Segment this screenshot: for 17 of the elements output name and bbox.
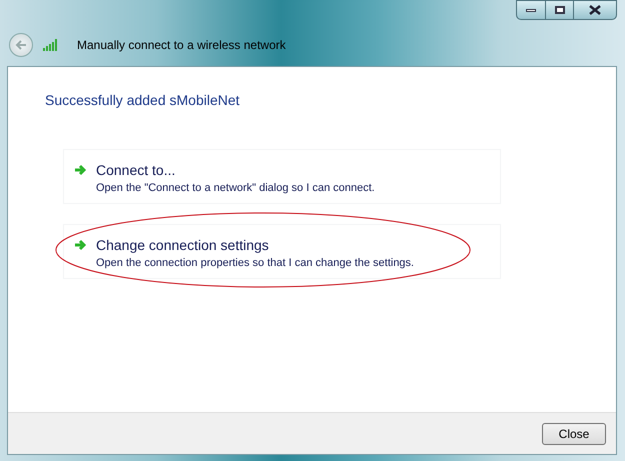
link-description: Open the "Connect to a network" dialog so I can connect. <box>96 181 375 196</box>
close-dialog-button[interactable]: Close <box>542 422 606 444</box>
back-arrow-icon <box>15 40 27 50</box>
page-heading: Successfully added sMobileNet <box>45 91 241 110</box>
signal-icon <box>43 39 58 51</box>
maximize-button[interactable] <box>546 0 573 20</box>
arrow-icon <box>74 164 87 176</box>
minimize-button[interactable] <box>516 0 546 20</box>
command-link[interactable]: Change connection settings Open the connection properties so that I can change the settings. <box>63 224 501 279</box>
link-title: Change connection settings <box>96 237 270 254</box>
arrow-icon <box>74 239 87 251</box>
window-title: Manually connect to a wireless network <box>77 37 286 54</box>
link-description: Open the connection properties so that I can change the settings. <box>96 256 414 271</box>
close-button[interactable] <box>573 0 617 20</box>
link-title: Connect to... <box>96 162 176 179</box>
close-icon <box>589 5 601 15</box>
command-link[interactable]: Connect to... Open the "Connect to a network" dialog so I can connect. <box>63 149 501 204</box>
